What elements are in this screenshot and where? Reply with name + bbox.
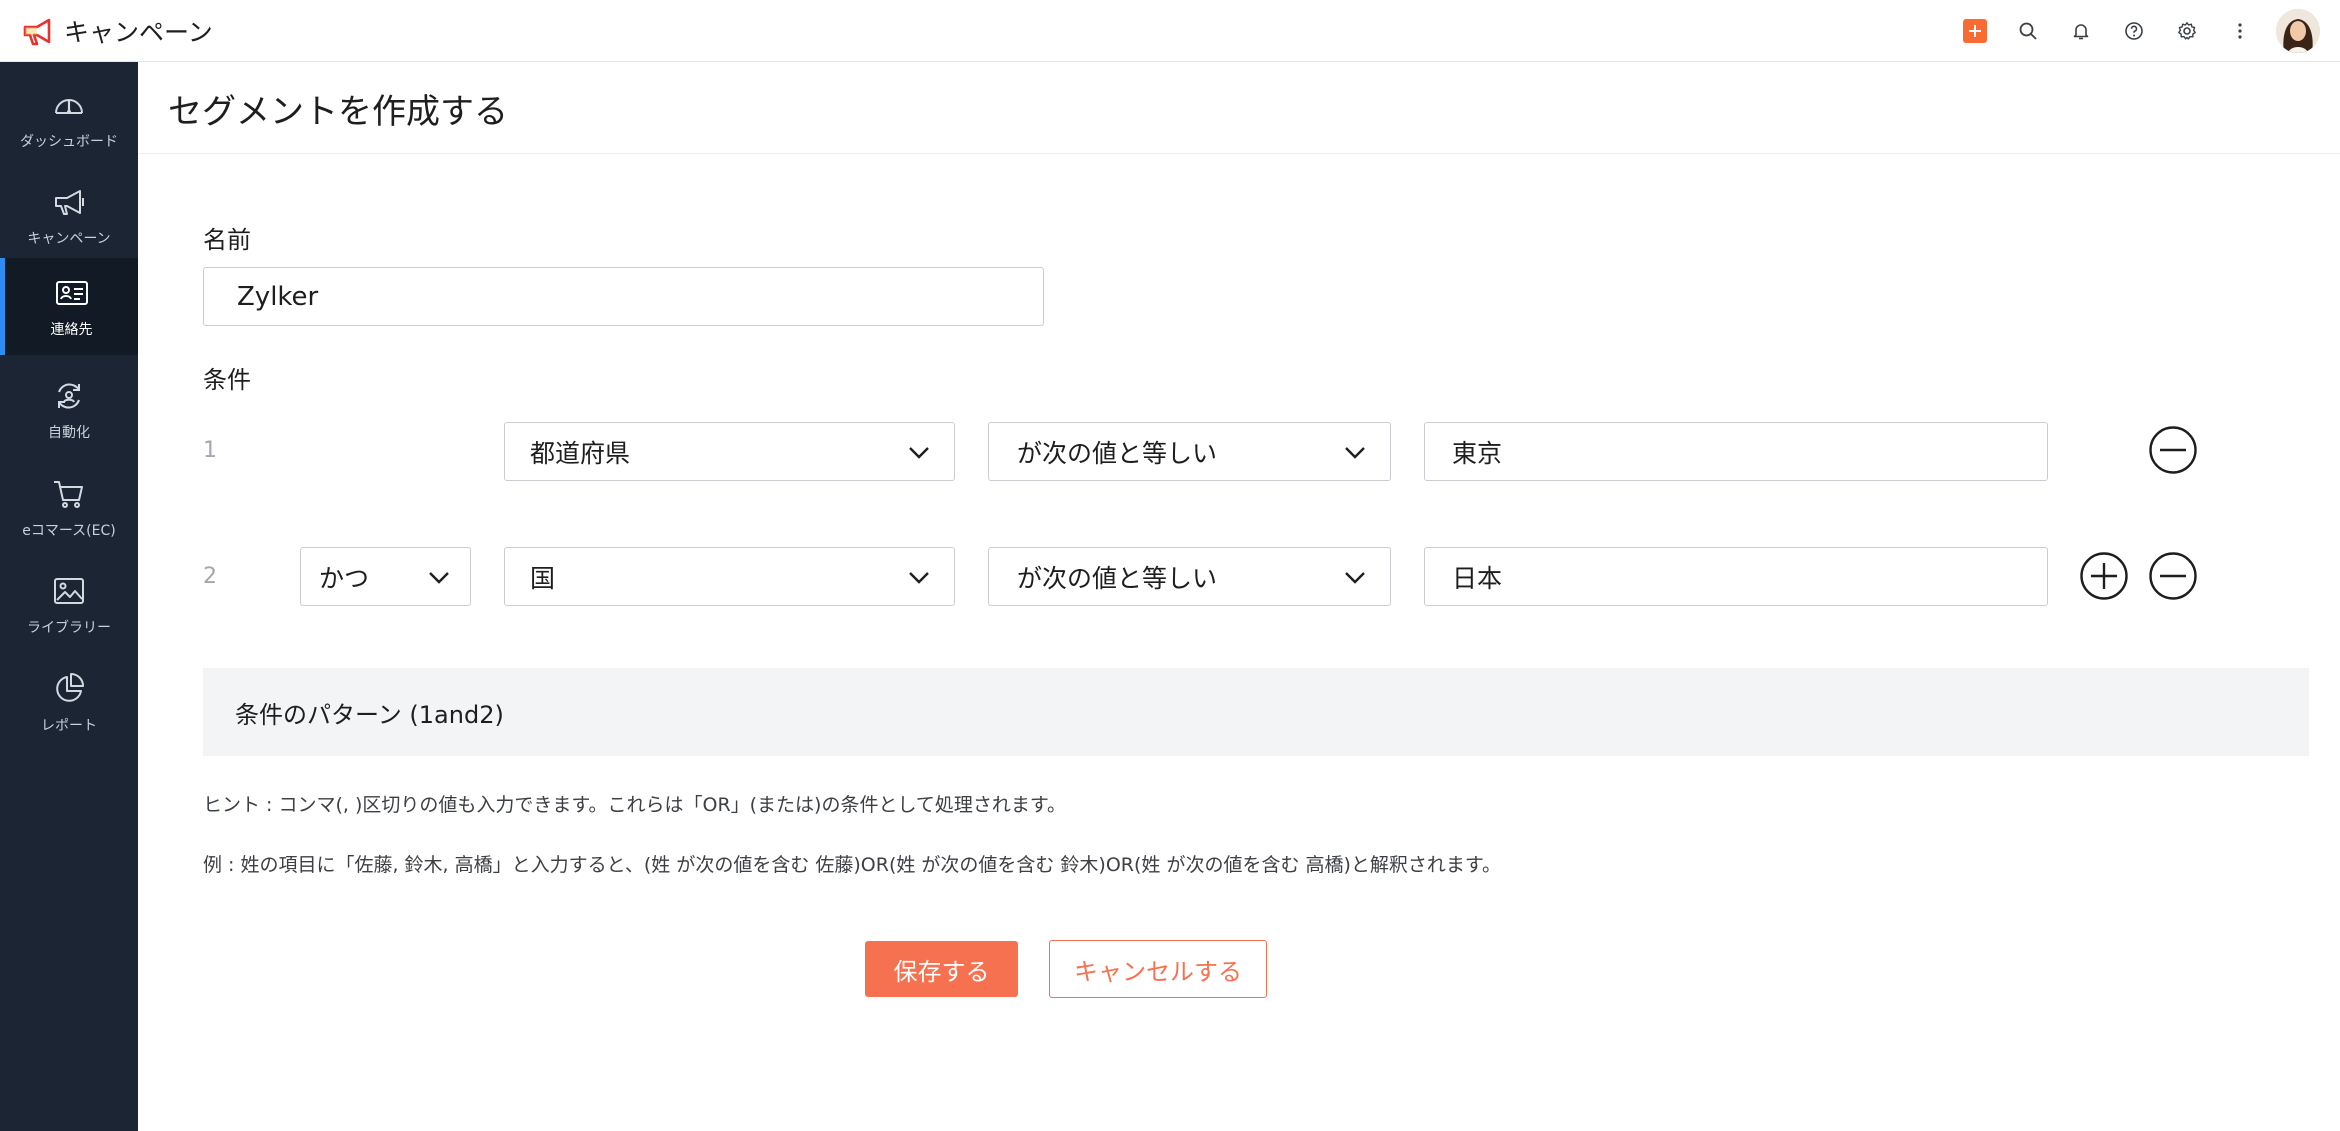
more-vertical-icon [2237,23,2242,39]
gear-icon [2177,22,2196,40]
chevron-down-icon [429,571,449,584]
sidebar: ダッシュボード キャンペーン 連絡先 自動化 eコマース(EC) ライブラリー … [0,62,138,1131]
select-value: が次の値と等しい [1017,563,1218,593]
condition-field-select[interactable]: 国 [504,547,955,606]
sidebar-item-label: 自動化 [48,425,90,441]
sidebar-item-campaigns[interactable]: キャンペーン [0,168,138,264]
chevron-down-icon [909,446,929,459]
condition-join-select[interactable]: かつ [300,547,471,606]
settings-button[interactable] [2160,0,2213,62]
search-icon [2019,22,2037,40]
notifications-button[interactable] [2054,0,2107,62]
user-avatar[interactable] [2276,9,2320,53]
condition-row-number: 1 [203,438,217,463]
sidebar-item-dashboard[interactable]: ダッシュボード [0,71,138,167]
sidebar-item-automation[interactable]: 自動化 [0,362,138,458]
megaphone-logo-icon [20,13,56,49]
condition-row-number: 2 [203,564,217,589]
plus-icon [1962,19,1987,43]
megaphone-icon [55,190,84,215]
sidebar-item-label: キャンペーン [27,231,111,247]
cart-icon [54,481,83,508]
name-input[interactable]: Zylker [203,267,1044,326]
sidebar-item-reports[interactable]: レポート [0,655,138,751]
sidebar-item-label: 連絡先 [50,321,93,338]
condition-pattern: 条件のパターン (1and2) [203,668,2309,756]
name-label: 名前 [203,226,251,254]
dashboard-gauge-icon [55,99,83,114]
app-title: キャンペーン [64,18,213,47]
bell-icon [2073,24,2088,40]
sidebar-item-label: ダッシュボード [20,134,118,150]
more-options-button[interactable] [2213,0,2266,62]
image-library-icon [54,578,84,604]
quick-create-button[interactable] [1948,0,2001,62]
condition-operator-select[interactable]: が次の値と等しい [988,547,1391,606]
select-value: かつ [319,563,370,593]
add-condition-button[interactable] [2079,551,2129,601]
sidebar-item-ecommerce[interactable]: eコマース(EC) [0,460,138,556]
sidebar-item-label: eコマース(EC) [22,523,116,539]
sidebar-item-label: ライブラリー [27,620,111,636]
pie-chart-icon [56,673,84,702]
automation-icon [58,383,80,409]
hint-text: ヒント : コンマ(, )区切りの値も入力できます。これらは「OR」(または)の… [203,794,1066,816]
top-bar: キャンペーン [0,0,2340,62]
condition-value-input[interactable]: 日本 [1424,547,2048,606]
conditions-label: 条件 [203,366,251,394]
chevron-down-icon [1345,446,1365,459]
select-value: 都道府県 [530,438,631,468]
help-icon [2124,22,2143,40]
search-button[interactable] [2001,0,2054,62]
condition-pattern-text: 条件のパターン (1and2) [235,700,504,729]
brand[interactable]: キャンペーン [20,12,213,50]
select-value: が次の値と等しい [1017,438,1218,468]
contact-card-icon [55,280,88,305]
save-button[interactable]: 保存する [865,941,1018,997]
input-value: 日本 [1452,563,1503,593]
page-header: セグメントを作成する [138,62,2340,154]
condition-value-input[interactable]: 東京 [1424,422,2048,481]
remove-condition-button[interactable] [2148,425,2198,475]
sidebar-item-library[interactable]: ライブラリー [0,557,138,653]
chevron-down-icon [909,571,929,584]
cancel-button[interactable]: キャンセルする [1049,940,1267,998]
sidebar-item-contacts[interactable]: 連絡先 [0,258,138,355]
name-input-value: Zylker [237,281,319,312]
select-value: 国 [530,563,556,593]
condition-field-select[interactable]: 都道府県 [504,422,955,481]
sidebar-item-label: レポート [41,718,97,734]
header-actions [1948,0,2340,62]
remove-condition-button[interactable] [2148,551,2198,601]
condition-operator-select[interactable]: が次の値と等しい [988,422,1391,481]
example-text: 例 : 姓の項目に「佐藤, 鈴木, 高橋」と入力すると、(姓 が次の値を含む 佐… [203,854,1502,876]
page-title: セグメントを作成する [168,92,508,132]
input-value: 東京 [1452,438,1503,468]
chevron-down-icon [1345,571,1365,584]
help-button[interactable] [2107,0,2160,62]
